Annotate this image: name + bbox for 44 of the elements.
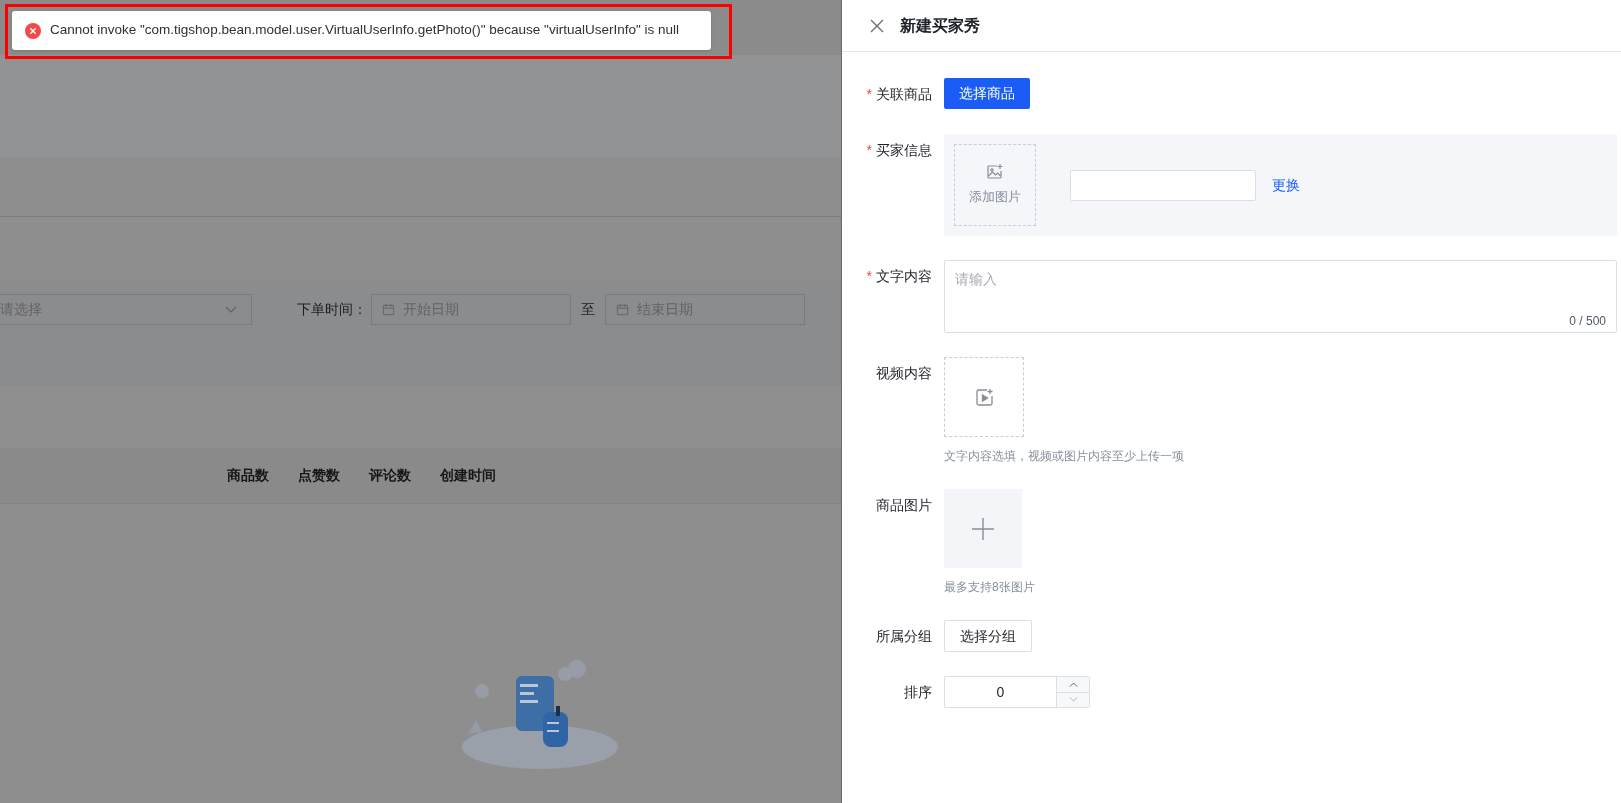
column-header: 评论数	[369, 466, 411, 485]
avatar-upload[interactable]: 添加图片	[954, 144, 1036, 226]
column-header: 商品数	[227, 466, 269, 485]
field-label: 买家信息	[876, 140, 932, 160]
image-upload[interactable]	[944, 489, 1022, 568]
required-mark: *	[866, 84, 872, 104]
nickname-input[interactable]	[1070, 169, 1256, 201]
required-mark: *	[866, 266, 872, 286]
increase-button[interactable]	[1057, 677, 1089, 693]
chevron-up-icon	[1068, 681, 1078, 687]
character-counter: 0 / 500	[1569, 313, 1606, 330]
required-mark: *	[866, 140, 872, 160]
field-label: 视频内容	[876, 363, 932, 383]
sort-number-input[interactable]: 0	[944, 676, 1090, 708]
video-upload[interactable]	[944, 357, 1024, 437]
toast-message: Cannot invoke "com.tigshop.bean.model.user.VirtualUserInfo.getPhoto()" because "virtualUserInfo" is null	[50, 21, 679, 40]
select-group-button[interactable]: 选择分组	[944, 620, 1032, 652]
select-product-button[interactable]: 选择商品	[944, 78, 1030, 109]
video-add-icon	[974, 387, 994, 407]
chevron-down-icon	[1068, 697, 1078, 703]
close-icon[interactable]	[870, 18, 884, 33]
filter-label: 下单时间：	[297, 300, 367, 319]
field-label: 关联商品	[876, 84, 932, 104]
calendar-icon	[616, 303, 629, 316]
placeholder-text: 请输入	[955, 271, 997, 287]
plus-icon	[972, 517, 994, 540]
number-value: 0	[995, 682, 1006, 702]
field-label: 文字内容	[876, 266, 932, 286]
error-icon	[25, 22, 41, 39]
hint-text: 最多支持8张图片	[944, 579, 1035, 596]
field-label: 排序	[904, 682, 932, 702]
image-add-icon	[986, 163, 1004, 182]
drawer-title: 新建买家秀	[900, 15, 980, 36]
range-separator: 至	[581, 300, 595, 319]
field-label: 所属分组	[876, 626, 932, 646]
change-link[interactable]: 更换	[1272, 174, 1300, 196]
upload-label: 添加图片	[969, 188, 1021, 207]
column-header: 创建时间	[440, 466, 496, 485]
hint-text: 文字内容选填，视频或图片内容至少上传一项	[944, 448, 1184, 465]
text-content-field[interactable]: 请输入 0 / 500	[944, 260, 1617, 333]
column-header: 点赞数	[298, 466, 340, 485]
calendar-icon	[382, 303, 395, 316]
field-label: 商品图片	[876, 495, 932, 515]
chevron-down-icon	[225, 306, 237, 313]
